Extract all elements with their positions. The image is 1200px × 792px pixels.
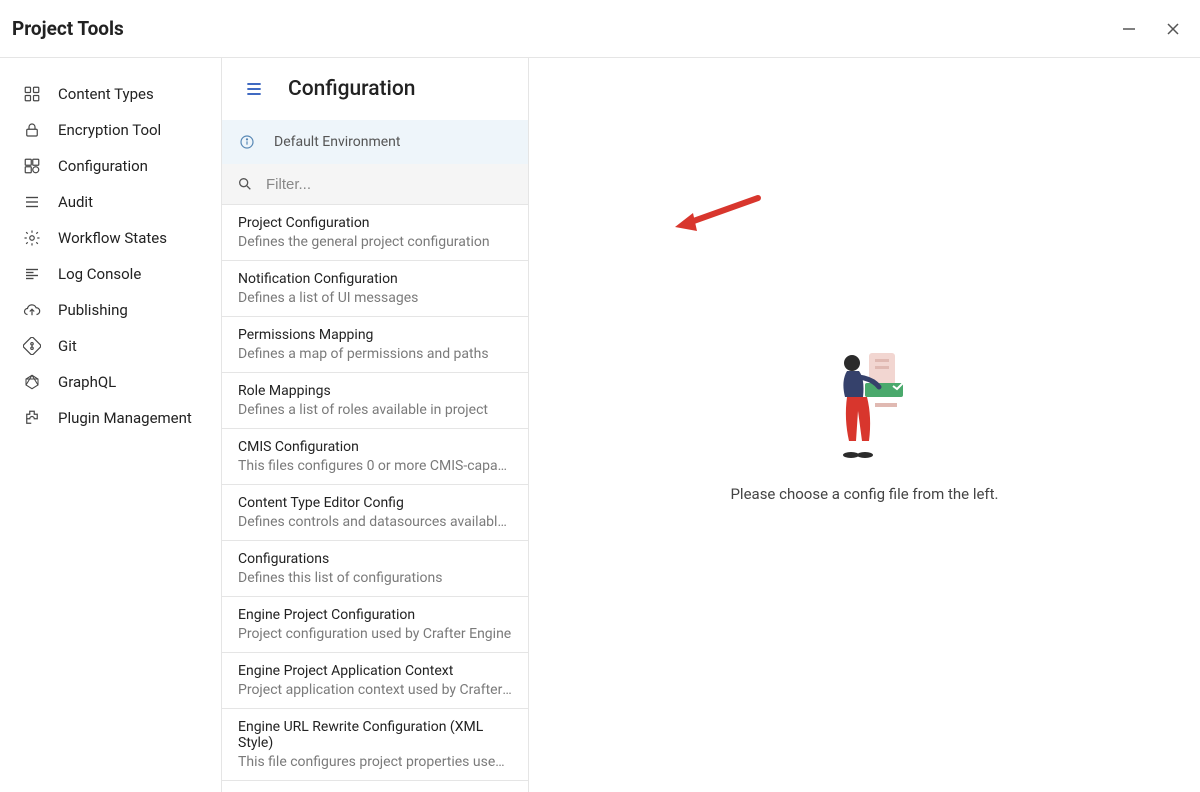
config-item-desc: Defines the general project configuratio… [238, 234, 512, 250]
filter-row [222, 164, 528, 205]
titlebar: Project Tools [0, 0, 1200, 58]
config-item-title: Content Type Editor Config [238, 495, 512, 511]
git-icon [22, 336, 42, 356]
sidebar-item-content-types[interactable]: Content Types [0, 76, 221, 112]
config-item-title: Permissions Mapping [238, 327, 512, 343]
widgets-icon [22, 156, 42, 176]
config-item-project-configuration[interactable]: Project Configuration Defines the genera… [222, 205, 528, 261]
config-item-desc: This files configures 0 or more CMIS-cap… [238, 458, 512, 474]
content-area: Please choose a config file from the lef… [529, 58, 1200, 792]
config-item-title: Engine URL Rewrite Configuration (XML St… [238, 719, 512, 751]
config-item-engine-project-application-context[interactable]: Engine Project Application Context Proje… [222, 653, 528, 709]
config-item-desc: Defines controls and datasources availab… [238, 514, 512, 530]
sidebar-item-git[interactable]: Git [0, 328, 221, 364]
config-item-engine-project-configuration[interactable]: Engine Project Configuration Project con… [222, 597, 528, 653]
filter-input[interactable] [266, 176, 514, 193]
config-item-desc: Project application context used by Craf… [238, 682, 512, 698]
config-item-title: Project Configuration [238, 215, 512, 231]
environment-label: Default Environment [274, 134, 400, 150]
config-item-title: Engine Project Configuration [238, 607, 512, 623]
cloud-upload-icon [22, 300, 42, 320]
config-item-desc: Defines a map of permissions and paths [238, 346, 512, 362]
sidebar-item-label: Configuration [58, 157, 148, 175]
config-item-permissions-mapping[interactable]: Permissions Mapping Defines a map of per… [222, 317, 528, 373]
config-item-configurations[interactable]: Configurations Defines this list of conf… [222, 541, 528, 597]
config-item-desc: Defines a list of UI messages [238, 290, 512, 306]
minimize-button[interactable] [1119, 19, 1139, 39]
list-icon [22, 192, 42, 212]
sidebar-item-label: Log Console [58, 265, 141, 283]
plugin-icon [22, 408, 42, 428]
config-item-title: Notification Configuration [238, 271, 512, 287]
titlebar-title: Project Tools [12, 17, 124, 40]
sidebar-item-plugin-management[interactable]: Plugin Management [0, 400, 221, 436]
sidebar-item-encryption-tool[interactable]: Encryption Tool [0, 112, 221, 148]
align-left-icon [22, 264, 42, 284]
window-controls [1119, 19, 1189, 39]
content-types-icon [22, 84, 42, 104]
sidebar-item-workflow-states[interactable]: Workflow States [0, 220, 221, 256]
sidebar-item-graphql[interactable]: GraphQL [0, 364, 221, 400]
sidebar-item-label: Content Types [58, 85, 154, 103]
config-item-title: CMIS Configuration [238, 439, 512, 455]
environment-banner: Default Environment [222, 120, 528, 164]
sidebar-item-label: GraphQL [58, 373, 116, 391]
config-item-notification-configuration[interactable]: Notification Configuration Defines a lis… [222, 261, 528, 317]
sidebar-item-configuration[interactable]: Configuration [0, 148, 221, 184]
config-list: Project Configuration Defines the genera… [222, 205, 528, 792]
config-item-desc: Project configuration used by Crafter En… [238, 626, 512, 642]
config-panel-header: Configuration [222, 58, 528, 120]
config-item-role-mappings[interactable]: Role Mappings Defines a list of roles av… [222, 373, 528, 429]
empty-state-message: Please choose a config file from the lef… [730, 485, 998, 503]
sidebar-item-label: Workflow States [58, 229, 167, 247]
config-item-desc: This file configures project properties … [238, 754, 512, 770]
close-button[interactable] [1163, 19, 1183, 39]
config-item-title: Role Mappings [238, 383, 512, 399]
gear-icon [22, 228, 42, 248]
sidebar-item-label: Git [58, 337, 77, 355]
config-item-cmis-configuration[interactable]: CMIS Configuration This files configures… [222, 429, 528, 485]
config-item-desc: Defines a list of roles available in pro… [238, 402, 512, 418]
graphql-icon [22, 372, 42, 392]
config-item-content-type-editor-config[interactable]: Content Type Editor Config Defines contr… [222, 485, 528, 541]
sidebar-item-log-console[interactable]: Log Console [0, 256, 221, 292]
sidebar-item-label: Audit [58, 193, 93, 211]
config-item-desc: Defines this list of configurations [238, 570, 512, 586]
info-icon [238, 133, 256, 151]
sidebar-item-publishing[interactable]: Publishing [0, 292, 221, 328]
config-panel: Configuration Default Environment Projec… [222, 58, 529, 792]
empty-state-illustration [825, 347, 905, 467]
sidebar-item-label: Plugin Management [58, 409, 192, 427]
sidebar-item-label: Publishing [58, 301, 128, 319]
menu-toggle-button[interactable] [242, 77, 266, 101]
lock-icon [22, 120, 42, 140]
config-item-title: Configurations [238, 551, 512, 567]
sidebar-item-label: Encryption Tool [58, 121, 161, 139]
sidebar-item-audit[interactable]: Audit [0, 184, 221, 220]
page-title: Configuration [288, 77, 416, 101]
search-icon [236, 175, 254, 193]
config-item-title: Engine Project Application Context [238, 663, 512, 679]
config-item-engine-url-rewrite-configuration[interactable]: Engine URL Rewrite Configuration (XML St… [222, 709, 528, 781]
annotation-arrow-icon [673, 193, 763, 233]
sidebar: Content Types Encryption Tool Configurat… [0, 58, 222, 792]
